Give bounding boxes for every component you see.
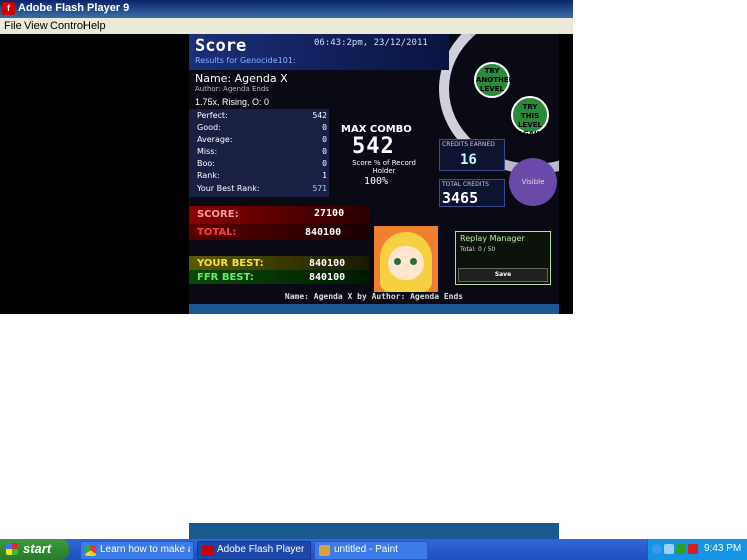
song-author: Author: Agenda Ends	[195, 85, 269, 93]
menu-file[interactable]: File	[4, 20, 22, 32]
score-value: 27100	[314, 208, 345, 219]
window-title: Adobe Flash Player 9	[18, 2, 130, 14]
save-button[interactable]: Save	[458, 268, 548, 282]
stat-value: 571	[312, 184, 327, 193]
menu-help[interactable]: Help	[83, 20, 106, 32]
system-tray: 9:43 PM	[647, 539, 747, 560]
taskbar: start Learn how to make a ... Adobe Flas…	[0, 539, 747, 560]
replay-manager-title: Replay Manager	[460, 234, 525, 243]
start-label: start	[23, 541, 52, 556]
visible-label: Visible	[521, 178, 545, 186]
network-icon[interactable]	[664, 544, 674, 554]
stat-label: Your Best Rank:	[197, 184, 260, 193]
song-footer: Name: Agenda X by Author: Agenda Ends	[284, 292, 464, 301]
stat-value: 0	[322, 147, 327, 156]
chevron-left-icon[interactable]	[652, 544, 662, 554]
flash-icon: f	[2, 2, 15, 15]
avatar-eye	[410, 258, 417, 265]
mods-info: 1.75x, Rising, O: 0	[195, 97, 270, 107]
background-strip	[189, 523, 559, 539]
try-another-level-button[interactable]: TRY ANOTHER LEVEL	[474, 62, 514, 98]
stat-value: 0	[322, 123, 327, 132]
your-best-label: YOUR BEST:	[197, 258, 264, 269]
replay-manager: Replay Manager Total: 0 / 50 Save	[455, 231, 551, 285]
start-button[interactable]: start	[0, 539, 69, 560]
chrome-icon	[85, 545, 96, 556]
datetime: 06:43:2pm, 23/12/2011	[314, 38, 428, 48]
total-value: 840100	[305, 227, 342, 238]
menu-control[interactable]: Control	[50, 20, 85, 32]
ffr-best-label: FFR BEST:	[197, 272, 254, 283]
song-name: Name: Agenda X	[195, 72, 288, 85]
record-value: 100%	[364, 176, 389, 187]
window-title-bar[interactable]: f Adobe Flash Player 9	[0, 0, 573, 18]
stat-value: 0	[322, 135, 327, 144]
taskbar-item-chrome[interactable]: Learn how to make a ...	[80, 541, 194, 560]
ffr-best-value: 840100	[309, 272, 346, 283]
score-label: SCORE:	[197, 209, 239, 220]
max-combo-value: 542	[352, 134, 395, 159]
record-label: Score % of Record Holder	[352, 159, 416, 175]
monitor-icon[interactable]	[676, 544, 686, 554]
page-title: Score	[195, 36, 247, 56]
stat-label: Perfect:	[197, 111, 228, 120]
taskbar-item-label: Adobe Flash Player 9	[217, 544, 307, 555]
clock: 9:43 PM	[704, 543, 742, 554]
taskbar-item-label: Learn how to make a ...	[100, 544, 190, 555]
stat-label: Boo:	[197, 159, 215, 168]
visible-toggle[interactable]: Visible	[509, 158, 557, 206]
flash-stage: Score 06:43:2pm, 23/12/2011 Results for …	[0, 34, 573, 314]
stat-value: 1	[322, 171, 327, 180]
credits-earned-box: CREDITS EARNED 16	[439, 139, 505, 171]
stat-label: Miss:	[197, 147, 218, 156]
avatar-eye	[394, 258, 401, 265]
stat-label: Good:	[197, 123, 221, 132]
windows-logo-icon	[6, 543, 18, 555]
total-credits-box: TOTAL CREDITS 3465	[439, 179, 505, 207]
replay-total: Total: 0 / 50	[460, 246, 496, 253]
menu-view[interactable]: View	[24, 20, 48, 32]
stat-value: 0	[322, 159, 327, 168]
flash-icon	[202, 545, 213, 556]
shield-icon[interactable]	[688, 544, 698, 554]
try-level-again-button[interactable]: TRY THIS LEVEL AGAIN	[511, 96, 549, 138]
credits-earned-value: 16	[460, 152, 477, 168]
total-credits-value: 3465	[442, 189, 479, 207]
paint-icon	[319, 545, 330, 556]
your-best-value: 840100	[309, 258, 346, 269]
total-label: TOTAL:	[197, 227, 237, 238]
total-credits-label: TOTAL CREDITS	[442, 181, 489, 188]
game-results-screen: Score 06:43:2pm, 23/12/2011 Results for …	[189, 34, 559, 314]
footer-bar	[189, 304, 559, 314]
taskbar-item-flash[interactable]: Adobe Flash Player 9	[197, 541, 311, 560]
avatar	[374, 226, 438, 292]
taskbar-item-paint[interactable]: untitled - Paint	[314, 541, 428, 560]
menu-bar: File View Control Help	[0, 18, 573, 34]
taskbar-item-label: untitled - Paint	[334, 544, 398, 555]
stat-label: Average:	[197, 135, 233, 144]
results-for: Results for Genocide101:	[195, 56, 296, 65]
stat-value: 542	[312, 111, 327, 120]
stat-label: Rank:	[197, 171, 220, 180]
credits-earned-label: CREDITS EARNED	[442, 141, 495, 148]
